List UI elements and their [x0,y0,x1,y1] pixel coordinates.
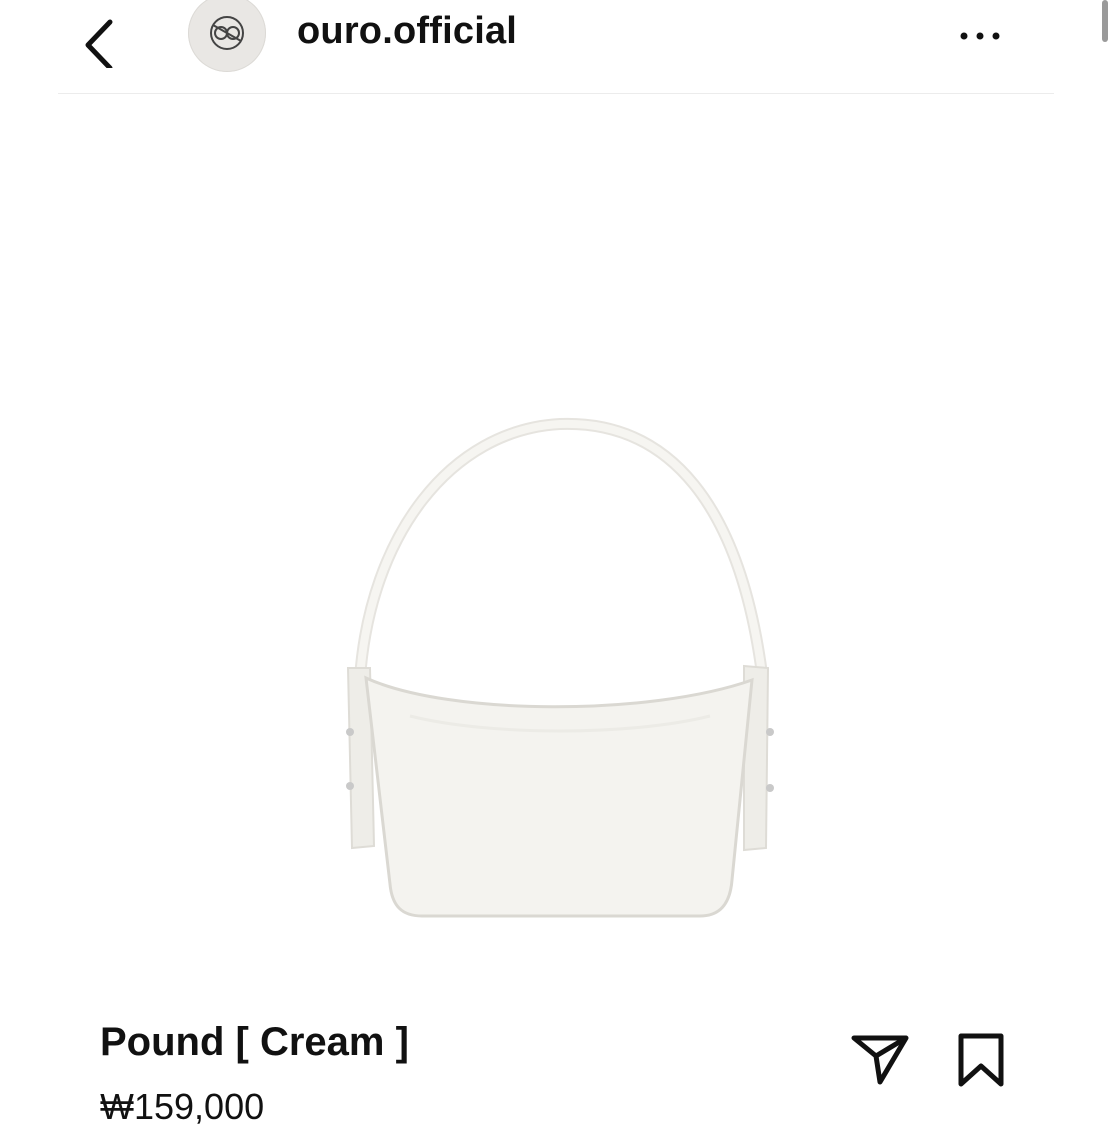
back-button[interactable] [70,8,126,71]
profile-avatar[interactable] [188,0,266,72]
product-title: Pound [ Cream ] [100,1020,409,1064]
product-image[interactable] [0,94,1112,994]
more-horizontal-icon [960,32,1000,40]
send-icon [851,1035,909,1085]
ouro-logo-icon [210,16,244,50]
product-price: ₩159,000 [100,1086,265,1127]
top-header: ouro.official [0,0,1112,94]
save-button[interactable] [953,1030,1009,1090]
chevron-left-icon [85,19,113,71]
account-username[interactable]: ouro.official [297,10,517,53]
handbag-image [346,417,774,918]
share-button[interactable] [848,1030,912,1090]
scrollbar[interactable] [1098,0,1112,48]
more-options-button[interactable] [950,20,1010,52]
scrollbar-thumb[interactable] [1102,0,1108,42]
bookmark-icon [958,1033,1004,1087]
